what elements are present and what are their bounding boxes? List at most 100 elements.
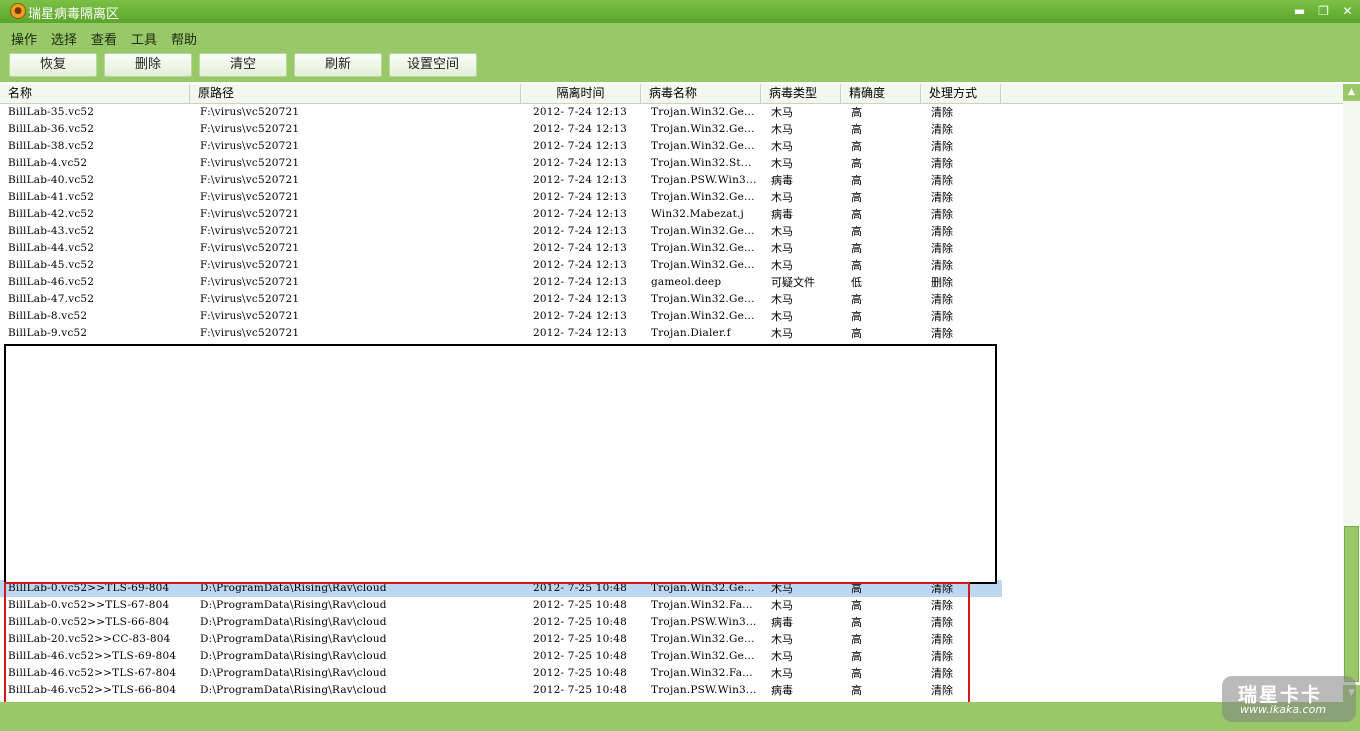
cell-virus-type: 木马 [771,310,793,323]
cell-quarantine-time: 2012- 7-24 12:13 [533,327,627,339]
cell-action: 清除 [931,310,953,323]
table-row[interactable]: BillLab-35.vc52 F:\virus\vc520721 2012- 7-… [0,104,1002,121]
cell-name: BillLab-42.vc52 [8,208,95,220]
vertical-scrollbar[interactable]: ▲ ▼ [1343,84,1360,702]
cell-original-path: D:\ProgramData\Rising\Rav\cloud [200,667,387,679]
cell-name: BillLab-36.vc52 [8,123,95,135]
app-icon: ● [10,3,26,19]
table-row[interactable]: BillLab-36.vc52 F:\virus\vc520721 2012- 7-… [0,121,1002,138]
cell-quarantine-time: 2012- 7-24 12:13 [533,174,627,186]
cell-virus-type: 病毒 [771,616,793,629]
cell-quarantine-time: 2012- 7-24 12:13 [533,276,627,288]
cell-accuracy: 高 [851,599,862,612]
scroll-up-icon[interactable]: ▲ [1343,84,1360,101]
table-row[interactable]: BillLab-38.vc52 F:\virus\vc520721 2012- 7-… [0,138,1002,155]
cell-original-path: F:\virus\vc520721 [200,276,300,288]
cell-accuracy: 高 [851,684,862,697]
list-header: 名称 原路径 隔离时间 病毒名称 病毒类型 精确度 处理方式 [0,84,1343,104]
cell-accuracy: 高 [851,242,862,255]
column-header-action[interactable]: 处理方式 [921,84,1001,103]
table-row[interactable]: BillLab-46.vc52>>TLS-69-804 D:\ProgramDat… [0,648,1002,665]
menu-view[interactable]: 查看 [91,29,117,48]
cell-name: BillLab-8.vc52 [8,310,88,322]
cell-original-path: D:\ProgramData\Rising\Rav\cloud [200,650,387,662]
table-row[interactable]: BillLab-46.vc52>>TLS-67-804 D:\ProgramDat… [0,665,1002,682]
cell-quarantine-time: 2012- 7-24 12:13 [533,259,627,271]
column-header-name[interactable]: 名称 [0,84,190,103]
table-row[interactable]: BillLab-43.vc52 F:\virus\vc520721 2012- 7-… [0,223,1002,240]
set-space-button[interactable]: 设置空间 [389,53,477,77]
title-bar: ● 瑞星病毒隔离区 ▬ ❐ ✕ [0,0,1360,23]
table-row[interactable]: BillLab-9.vc52 F:\virus\vc520721 2012- 7-2… [0,325,1002,342]
column-header-quarantine-time[interactable]: 隔离时间 [521,84,641,103]
cell-virus-type: 木马 [771,667,793,680]
cell-action: 清除 [931,208,953,221]
table-row[interactable]: BillLab-42.vc52 F:\virus\vc520721 2012- 7-… [0,206,1002,223]
cell-name: BillLab-46.vc52>>TLS-66-804 [8,684,177,696]
cell-original-path: D:\ProgramData\Rising\Rav\cloud [200,633,387,645]
cell-name: BillLab-46.vc52>>TLS-69-804 [8,650,177,662]
cell-name: BillLab-38.vc52 [8,140,95,152]
table-row[interactable]: BillLab-0.vc52>>TLS-67-804 D:\ProgramData… [0,597,1002,614]
cell-accuracy: 高 [851,106,862,119]
cell-quarantine-time: 2012- 7-24 12:13 [533,157,627,169]
table-row[interactable]: BillLab-46.vc52>>TLS-66-804 D:\ProgramDat… [0,682,1002,699]
table-row[interactable]: BillLab-47.vc52 F:\virus\vc520721 2012- 7-… [0,291,1002,308]
cell-virus-name: Trojan.Win32.Ge... [651,259,755,271]
restore-button[interactable]: 恢复 [9,53,97,77]
cell-action: 清除 [931,174,953,187]
table-row[interactable]: BillLab-4.vc52 F:\virus\vc520721 2012- 7-2… [0,155,1002,172]
cell-virus-type: 可疑文件 [771,276,815,289]
cell-quarantine-time: 2012- 7-24 12:13 [533,208,627,220]
cell-action: 清除 [931,191,953,204]
table-row[interactable]: BillLab-45.vc52 F:\virus\vc520721 2012- 7-… [0,257,1002,274]
cell-virus-name: Trojan.Win32.Fa... [651,599,753,611]
refresh-button[interactable]: 刷新 [294,53,382,77]
table-row[interactable]: BillLab-8.vc52 F:\virus\vc520721 2012- 7-2… [0,308,1002,325]
restore-icon[interactable]: ❐ [1315,3,1332,19]
cell-name: BillLab-41.vc52 [8,191,95,203]
column-header-virus-name[interactable]: 病毒名称 [641,84,761,103]
delete-button[interactable]: 删除 [104,53,192,77]
cell-original-path: D:\ProgramData\Rising\Rav\cloud [200,684,387,696]
cell-original-path: F:\virus\vc520721 [200,242,300,254]
table-row[interactable]: BillLab-40.vc52 F:\virus\vc520721 2012- 7-… [0,172,1002,189]
cell-virus-type: 木马 [771,123,793,136]
blank-overlay-panel [4,344,997,584]
column-header-accuracy[interactable]: 精确度 [841,84,921,103]
cell-action: 清除 [931,157,953,170]
cell-accuracy: 低 [851,276,862,289]
menu-tools[interactable]: 工具 [131,29,157,48]
menu-operate[interactable]: 操作 [11,29,37,48]
cell-quarantine-time: 2012- 7-24 12:13 [533,225,627,237]
scroll-thumb[interactable] [1344,526,1359,682]
menu-help[interactable]: 帮助 [171,29,197,48]
menu-select[interactable]: 选择 [51,29,77,48]
cell-virus-type: 木马 [771,599,793,612]
column-header-virus-type[interactable]: 病毒类型 [761,84,841,103]
cell-virus-name: Trojan.Win32.Ge... [651,310,755,322]
cell-accuracy: 高 [851,633,862,646]
table-row[interactable]: BillLab-46.vc52 F:\virus\vc520721 2012- 7-… [0,274,1002,291]
cell-quarantine-time: 2012- 7-24 12:13 [533,191,627,203]
cell-action: 清除 [931,106,953,119]
table-row[interactable]: BillLab-41.vc52 F:\virus\vc520721 2012- 7-… [0,189,1002,206]
cell-action: 清除 [931,599,953,612]
table-row[interactable]: BillLab-20.vc52>>CC-83-804 D:\ProgramData… [0,631,1002,648]
cell-action: 删除 [931,276,953,289]
cell-original-path: F:\virus\vc520721 [200,293,300,305]
cell-action: 清除 [931,684,953,697]
close-icon[interactable]: ✕ [1339,3,1356,19]
cell-quarantine-time: 2012- 7-24 12:13 [533,310,627,322]
table-row[interactable]: BillLab-44.vc52 F:\virus\vc520721 2012- 7-… [0,240,1002,257]
table-row[interactable]: BillLab-0.vc52>>TLS-66-804 D:\ProgramData… [0,614,1002,631]
column-header-original-path[interactable]: 原路径 [190,84,521,103]
status-bar [0,702,1360,731]
clear-button[interactable]: 清空 [199,53,287,77]
cell-original-path: F:\virus\vc520721 [200,208,300,220]
window-title: 瑞星病毒隔离区 [28,7,120,22]
cell-accuracy: 高 [851,293,862,306]
minimize-icon[interactable]: ▬ [1291,3,1308,19]
cell-virus-name: Trojan.PSW.Win3... [651,684,757,696]
cell-name: BillLab-0.vc52>>TLS-66-804 [8,616,170,628]
